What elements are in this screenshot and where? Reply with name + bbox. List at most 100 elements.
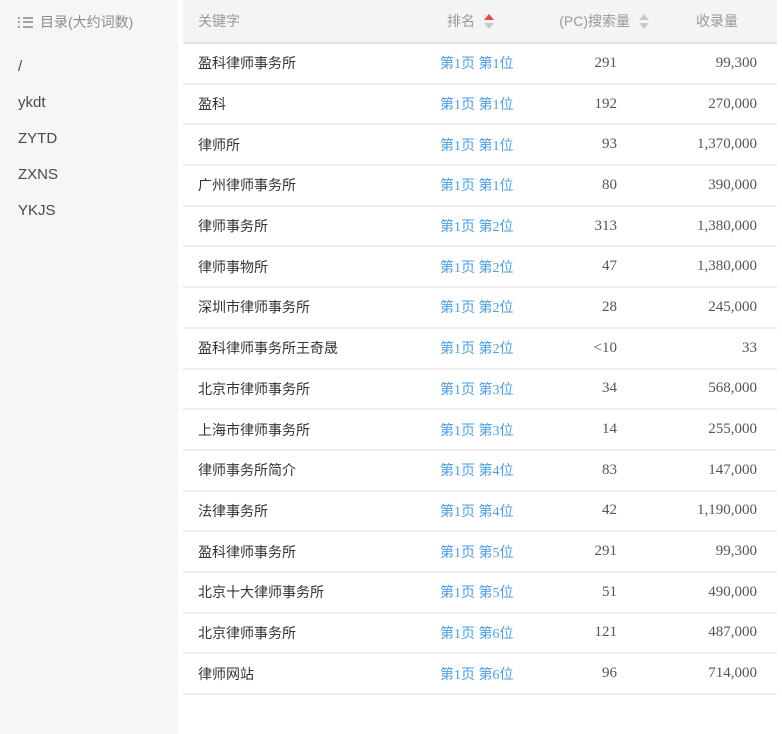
rank-cell: 第1页 第1位 — [440, 165, 540, 206]
table-row: 律师网站 第1页 第6位 96 714,000 — [183, 653, 777, 694]
keyword-cell: 律师事物所 — [183, 246, 440, 287]
table-row: 广州律师事务所 第1页 第1位 80 390,000 — [183, 165, 777, 206]
search-volume-cell: 291 — [540, 531, 660, 572]
sort-asc-icon — [639, 14, 649, 20]
table-row: 盈科律师事务所 第1页 第1位 291 99,300 — [183, 43, 777, 84]
index-volume-cell: 714,000 — [660, 653, 777, 694]
rank-link[interactable]: 第1页 第1位 — [440, 98, 514, 113]
sidebar-item[interactable]: ZYTD — [18, 121, 178, 157]
rank-cell: 第1页 第6位 — [440, 653, 540, 694]
sort-rank-control[interactable] — [484, 14, 494, 29]
keyword-table-panel: 关键字 排名 (PC)搜索量 收录量 盈科律师事务所 第1页 第1位 291 — [183, 0, 782, 734]
sort-asc-icon — [484, 14, 494, 20]
rank-link[interactable]: 第1页 第6位 — [440, 627, 514, 642]
keyword-table: 关键字 排名 (PC)搜索量 收录量 盈科律师事务所 第1页 第1位 291 — [183, 0, 777, 695]
sidebar: 目录(大约词数) /ykdtZYTDZXNSYKJS — [0, 0, 178, 734]
table-row: 深圳市律师事务所 第1页 第2位 28 245,000 — [183, 287, 777, 328]
table-row: 盈科律师事务所 第1页 第5位 291 99,300 — [183, 531, 777, 572]
search-volume-cell: <10 — [540, 328, 660, 369]
sort-desc-icon — [484, 23, 494, 29]
sidebar-title: 目录(大约词数) — [40, 12, 133, 32]
keyword-cell: 北京律师事务所 — [183, 613, 440, 654]
table-body: 盈科律师事务所 第1页 第1位 291 99,300 盈科 第1页 第1位 19… — [183, 43, 777, 694]
rank-link[interactable]: 第1页 第5位 — [440, 586, 514, 601]
search-volume-cell: 121 — [540, 613, 660, 654]
rank-link[interactable]: 第1页 第1位 — [440, 139, 514, 154]
table-row: 上海市律师事务所 第1页 第3位 14 255,000 — [183, 409, 777, 450]
index-volume-cell: 490,000 — [660, 572, 777, 613]
index-volume-cell: 568,000 — [660, 369, 777, 410]
keyword-cell: 盈科律师事务所 — [183, 531, 440, 572]
rank-link[interactable]: 第1页 第4位 — [440, 464, 514, 479]
index-volume-cell: 1,380,000 — [660, 246, 777, 287]
index-volume-cell: 99,300 — [660, 531, 777, 572]
rank-cell: 第1页 第1位 — [440, 124, 540, 165]
search-volume-cell: 28 — [540, 287, 660, 328]
column-label: 排名 — [447, 13, 475, 29]
rank-cell: 第1页 第4位 — [440, 450, 540, 491]
rank-link[interactable]: 第1页 第3位 — [440, 383, 514, 398]
table-row: 律师事物所 第1页 第2位 47 1,380,000 — [183, 246, 777, 287]
rank-link[interactable]: 第1页 第2位 — [440, 342, 514, 357]
search-volume-cell: 313 — [540, 206, 660, 247]
search-volume-cell: 14 — [540, 409, 660, 450]
rank-link[interactable]: 第1页 第5位 — [440, 546, 514, 561]
keyword-cell: 律师事务所简介 — [183, 450, 440, 491]
index-volume-cell: 255,000 — [660, 409, 777, 450]
search-volume-cell: 93 — [540, 124, 660, 165]
keyword-cell: 北京市律师事务所 — [183, 369, 440, 410]
index-volume-cell: 487,000 — [660, 613, 777, 654]
sort-desc-icon — [639, 23, 649, 29]
search-volume-cell: 80 — [540, 165, 660, 206]
column-header-search-volume: (PC)搜索量 — [540, 0, 660, 43]
table-row: 法律事务所 第1页 第4位 42 1,190,000 — [183, 491, 777, 532]
sidebar-item[interactable]: ykdt — [18, 85, 178, 121]
keyword-cell: 盈科律师事务所 — [183, 43, 440, 84]
rank-cell: 第1页 第2位 — [440, 206, 540, 247]
rank-link[interactable]: 第1页 第6位 — [440, 668, 514, 683]
keyword-cell: 北京十大律师事务所 — [183, 572, 440, 613]
rank-cell: 第1页 第2位 — [440, 287, 540, 328]
keyword-cell: 上海市律师事务所 — [183, 409, 440, 450]
keyword-cell: 律师事务所 — [183, 206, 440, 247]
keyword-cell: 法律事务所 — [183, 491, 440, 532]
index-volume-cell: 245,000 — [660, 287, 777, 328]
search-volume-cell: 51 — [540, 572, 660, 613]
rank-link[interactable]: 第1页 第2位 — [440, 261, 514, 276]
table-row: 北京十大律师事务所 第1页 第5位 51 490,000 — [183, 572, 777, 613]
table-row: 盈科律师事务所王奇晟 第1页 第2位 <10 33 — [183, 328, 777, 369]
search-volume-cell: 96 — [540, 653, 660, 694]
sidebar-item[interactable]: ZXNS — [18, 157, 178, 193]
rank-link[interactable]: 第1页 第3位 — [440, 424, 514, 439]
sort-search-volume-control[interactable] — [639, 14, 649, 29]
search-volume-cell: 47 — [540, 246, 660, 287]
index-volume-cell: 1,380,000 — [660, 206, 777, 247]
column-label: 收录量 — [696, 13, 738, 29]
column-header-index-volume: 收录量 — [660, 0, 777, 43]
rank-cell: 第1页 第3位 — [440, 409, 540, 450]
rank-link[interactable]: 第1页 第4位 — [440, 505, 514, 520]
sidebar-item[interactable]: YKJS — [18, 193, 178, 229]
column-header-rank: 排名 — [440, 0, 540, 43]
table-row: 北京律师事务所 第1页 第6位 121 487,000 — [183, 613, 777, 654]
rank-link[interactable]: 第1页 第1位 — [440, 179, 514, 194]
search-volume-cell: 291 — [540, 43, 660, 84]
column-header-keyword: 关键字 — [183, 0, 440, 43]
index-volume-cell: 99,300 — [660, 43, 777, 84]
table-header: 关键字 排名 (PC)搜索量 收录量 — [183, 0, 777, 43]
table-row: 律师事务所简介 第1页 第4位 83 147,000 — [183, 450, 777, 491]
keyword-cell: 深圳市律师事务所 — [183, 287, 440, 328]
table-row: 律师所 第1页 第1位 93 1,370,000 — [183, 124, 777, 165]
keyword-cell: 律师网站 — [183, 653, 440, 694]
search-volume-cell: 192 — [540, 84, 660, 125]
rank-cell: 第1页 第5位 — [440, 531, 540, 572]
rank-link[interactable]: 第1页 第1位 — [440, 57, 514, 72]
sidebar-item[interactable]: / — [18, 49, 178, 85]
rank-cell: 第1页 第1位 — [440, 43, 540, 84]
rank-link[interactable]: 第1页 第2位 — [440, 301, 514, 316]
index-volume-cell: 390,000 — [660, 165, 777, 206]
rank-cell: 第1页 第1位 — [440, 84, 540, 125]
rank-link[interactable]: 第1页 第2位 — [440, 220, 514, 235]
rank-cell: 第1页 第2位 — [440, 246, 540, 287]
table-row: 盈科 第1页 第1位 192 270,000 — [183, 84, 777, 125]
